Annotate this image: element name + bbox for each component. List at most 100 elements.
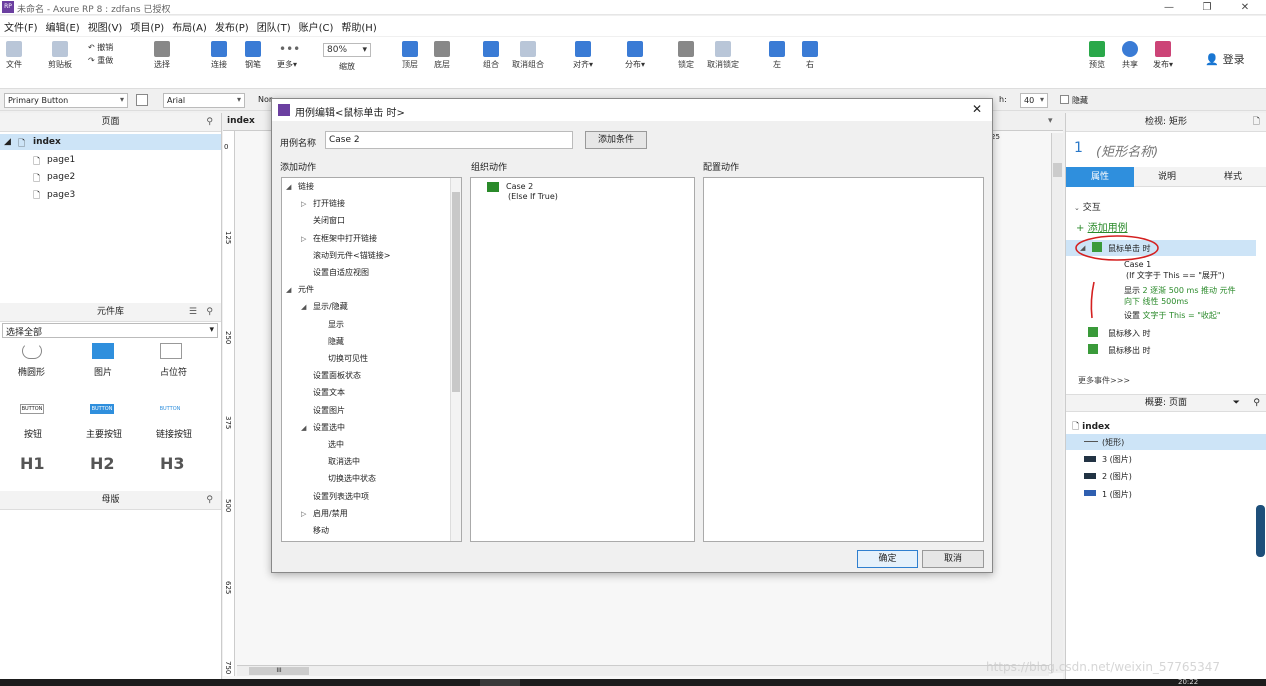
group-button[interactable]: 组合 bbox=[478, 37, 504, 70]
menu-view[interactable]: 视图(V) bbox=[84, 16, 127, 37]
outline-item-image2[interactable]: 2 (图片) bbox=[1102, 471, 1132, 482]
undo-button[interactable]: ↶ 撤销 bbox=[88, 42, 124, 53]
menu-team[interactable]: 团队(T) bbox=[253, 16, 295, 37]
pen-button[interactable]: 钢笔 bbox=[240, 37, 266, 70]
library-item-image[interactable]: 图片 bbox=[94, 365, 112, 378]
ok-button[interactable]: 确定 bbox=[857, 550, 918, 568]
menu-edit[interactable]: 编辑(E) bbox=[42, 16, 84, 37]
horizontal-scrollbar[interactable]: III bbox=[237, 665, 1049, 676]
redo-button[interactable]: ↷ 重做 bbox=[88, 55, 124, 66]
library-item-primary-button[interactable]: 主要按钮 bbox=[86, 427, 122, 440]
action-item[interactable]: 切换选中状态 bbox=[316, 473, 376, 484]
connect-button[interactable]: 连接 bbox=[206, 37, 232, 70]
library-item-h1[interactable]: H1 bbox=[20, 454, 45, 473]
unlock-button[interactable]: 取消锁定 bbox=[703, 37, 743, 70]
file-button[interactable]: 文件 bbox=[4, 37, 24, 70]
select-button[interactable]: 选择 bbox=[148, 37, 176, 70]
action-item[interactable]: 设置面板状态 bbox=[301, 370, 361, 381]
menu-publish[interactable]: 发布(P) bbox=[211, 16, 253, 37]
action-item[interactable]: ▷ 打开链接 bbox=[301, 198, 345, 209]
style-edit-icon[interactable] bbox=[136, 94, 148, 106]
ungroup-button[interactable]: 取消组合 bbox=[508, 37, 548, 70]
action-item[interactable]: 滚动到元件<锚链接> bbox=[301, 250, 390, 261]
action-item[interactable]: ◢ 链接 bbox=[286, 181, 314, 192]
shape-name-field[interactable]: (矩形名称) bbox=[1096, 141, 1158, 160]
more-button[interactable]: ••• 更多▾ bbox=[272, 37, 302, 70]
action-item[interactable]: 设置自适应视图 bbox=[301, 267, 369, 278]
action1[interactable]: 显示 2 逐渐 500 ms 推动 元件 向下 线性 500ms bbox=[1124, 285, 1254, 307]
action-item[interactable]: ◢ 设置选中 bbox=[301, 422, 345, 433]
library-item-h3[interactable]: H3 bbox=[160, 454, 185, 473]
top-layer-button[interactable]: 顶层 bbox=[397, 37, 423, 70]
outline-item-image3[interactable]: 3 (图片) bbox=[1102, 454, 1132, 465]
share-button[interactable]: 共享 bbox=[1117, 37, 1143, 70]
library-item-h2[interactable]: H2 bbox=[90, 454, 115, 473]
left-button[interactable]: 左 bbox=[766, 37, 788, 70]
taskbar-app[interactable] bbox=[480, 679, 520, 686]
menu-project[interactable]: 项目(P) bbox=[126, 16, 168, 37]
style-select[interactable]: Primary Button bbox=[4, 93, 128, 108]
page-icon[interactable]: 🗋 bbox=[1253, 113, 1260, 132]
menu-file[interactable]: 文件(F) bbox=[0, 16, 42, 37]
bottom-layer-button[interactable]: 底层 bbox=[429, 37, 455, 70]
action-item[interactable]: 设置图片 bbox=[301, 405, 345, 416]
outline-item-rect[interactable]: (矩形) bbox=[1066, 434, 1266, 450]
search-icon[interactable]: ⚲ bbox=[1253, 395, 1260, 411]
cancel-button[interactable]: 取消 bbox=[922, 550, 984, 568]
action-item[interactable]: ◢ 元件 bbox=[286, 284, 314, 295]
scroll-thumb[interactable] bbox=[452, 192, 460, 392]
align-button[interactable]: 对齐▾ bbox=[568, 37, 598, 70]
hide-checkbox[interactable] bbox=[1060, 95, 1069, 104]
right-button[interactable]: 右 bbox=[799, 37, 821, 70]
event-mouse-out[interactable]: 鼠标移出 时 bbox=[1108, 345, 1151, 356]
add-condition-button[interactable]: 添加条件 bbox=[585, 131, 647, 149]
event-click-row[interactable]: ◢ 鼠标单击 时 bbox=[1066, 240, 1256, 256]
vertical-scrollbar[interactable] bbox=[1051, 133, 1063, 673]
tab-properties[interactable]: 属性 bbox=[1066, 167, 1134, 187]
action-item[interactable]: 选中 bbox=[316, 439, 344, 450]
more-events-link[interactable]: 更多事件>>> bbox=[1078, 375, 1130, 386]
action-item[interactable]: 显示 bbox=[316, 319, 344, 330]
action-item[interactable]: 隐藏 bbox=[316, 336, 344, 347]
action-item[interactable]: 设置文本 bbox=[301, 387, 345, 398]
action-item[interactable]: 关闭窗口 bbox=[301, 215, 345, 226]
tab-index[interactable]: index bbox=[227, 116, 255, 126]
menu-arrange[interactable]: 布局(A) bbox=[168, 16, 211, 37]
dialog-close-icon[interactable]: ✕ bbox=[972, 102, 982, 116]
action2[interactable]: 设置 文字于 This = "收起" bbox=[1124, 310, 1221, 321]
page-item-page3[interactable]: page3 bbox=[47, 190, 75, 200]
preview-button[interactable]: 预览 bbox=[1084, 37, 1110, 70]
tab-dropdown-icon[interactable]: ▾ bbox=[1048, 116, 1053, 126]
expand-icon[interactable]: ◢ bbox=[4, 137, 11, 147]
zoom-control[interactable]: 80% ▾ 缩放 bbox=[323, 37, 371, 72]
outline-root[interactable]: 🗋 index bbox=[1072, 419, 1110, 435]
minimize-button[interactable]: — bbox=[1156, 1, 1182, 14]
search-icon[interactable]: ⚲ bbox=[206, 491, 213, 510]
close-window-button[interactable]: ✕ bbox=[1232, 1, 1258, 14]
search-icon[interactable]: ⚲ bbox=[206, 303, 213, 322]
filter-icon[interactable]: ⏷ bbox=[1233, 395, 1240, 411]
publish-button[interactable]: 发布▾ bbox=[1148, 37, 1178, 70]
side-handle[interactable] bbox=[1256, 505, 1265, 557]
page-item-page1[interactable]: page1 bbox=[47, 155, 75, 165]
menu-account[interactable]: 账户(C) bbox=[295, 16, 338, 37]
scroll-thumb[interactable]: III bbox=[249, 667, 309, 675]
action-item[interactable]: 移动 bbox=[301, 525, 329, 536]
action-item[interactable]: ◢ 显示/隐藏 bbox=[301, 301, 348, 312]
maximize-button[interactable]: ❐ bbox=[1194, 1, 1220, 14]
add-case-link[interactable]: + 添加用例 bbox=[1076, 219, 1128, 234]
clipboard-button[interactable]: 剪贴板 bbox=[44, 37, 76, 70]
action-scrollbar[interactable] bbox=[450, 178, 461, 541]
tab-style[interactable]: 样式 bbox=[1200, 167, 1266, 187]
search-icon[interactable]: ⚲ bbox=[206, 113, 213, 132]
menu-help[interactable]: 帮助(H) bbox=[337, 16, 380, 37]
case1-label[interactable]: Case 1 bbox=[1124, 260, 1151, 269]
font-select[interactable]: Arial bbox=[163, 93, 245, 108]
tab-notes[interactable]: 说明 bbox=[1134, 167, 1200, 187]
library-select[interactable]: 选择全部 ▾ bbox=[2, 323, 218, 338]
page-item-page2[interactable]: page2 bbox=[47, 172, 75, 182]
action-item[interactable]: ▷ 在框架中打开链接 bbox=[301, 233, 377, 244]
lock-button[interactable]: 锁定 bbox=[674, 37, 698, 70]
action-item[interactable]: 设置列表选中项 bbox=[301, 491, 369, 502]
scroll-thumb[interactable] bbox=[1053, 163, 1062, 177]
